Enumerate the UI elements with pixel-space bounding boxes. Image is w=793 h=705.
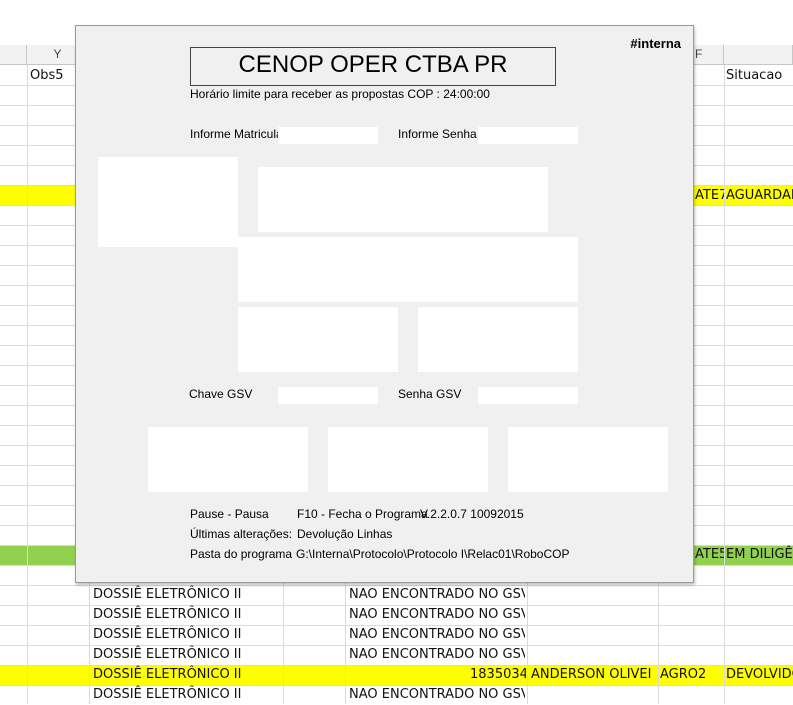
- row-cell-sit[interactable]: [726, 685, 793, 705]
- senha-label: Informe Senha: [398, 127, 477, 141]
- deadline-text: Horário limite para receber as propostas…: [190, 87, 490, 101]
- chave-gsv-label: Chave GSV: [189, 387, 253, 401]
- row-cell-tipo[interactable]: DOSSIÊ ELETRÔNICO II: [93, 685, 281, 705]
- row-cell-tipo[interactable]: DOSSIÊ ELETRÔNICO II: [93, 605, 281, 625]
- row-cell-nome[interactable]: [531, 585, 657, 605]
- row-cell-num[interactable]: [470, 685, 526, 705]
- row-cell-num[interactable]: [470, 625, 526, 645]
- row-cell-sit[interactable]: [726, 625, 793, 645]
- row-cell-tipo[interactable]: DOSSIÊ ELETRÔNICO II: [93, 625, 281, 645]
- panel-top: [258, 167, 548, 232]
- panel-bottom-2: [328, 427, 488, 492]
- row-cell-agro[interactable]: [660, 625, 722, 645]
- row-cell-agro[interactable]: [660, 605, 722, 625]
- column-header-x[interactable]: [0, 45, 27, 65]
- panel-left: [98, 157, 238, 247]
- row-cell-agro[interactable]: AGRO2: [660, 665, 722, 685]
- row-cell-agro[interactable]: [660, 585, 722, 605]
- panel-lower-left: [238, 307, 398, 372]
- row-cell-sit[interactable]: [726, 605, 793, 625]
- row-cell-nome[interactable]: [531, 685, 657, 705]
- changes-label: Últimas alterações:: [190, 527, 293, 541]
- row-cell-nome[interactable]: [531, 605, 657, 625]
- row-cell-status[interactable]: AGUARDAN: [726, 186, 793, 206]
- robocop-dialog: CENOP OPER CTBA PR #interna Horário limi…: [75, 25, 694, 583]
- senha-input[interactable]: [478, 127, 578, 144]
- matricula-input[interactable]: [278, 127, 378, 144]
- interna-tag: #interna: [630, 36, 681, 51]
- row-cell-tipo[interactable]: DOSSIÊ ELETRÔNICO II: [93, 665, 281, 685]
- row-cell-nome[interactable]: [531, 645, 657, 665]
- folder-label: Pasta do programa: [190, 547, 293, 561]
- header-cell-obs5[interactable]: Obs5: [30, 66, 64, 86]
- row-cell-agro[interactable]: [660, 685, 722, 705]
- row-cell-nome[interactable]: [531, 625, 657, 645]
- row-cell-nome[interactable]: ANDERSON OLIVEI: [531, 665, 657, 685]
- row-cell-agro[interactable]: [660, 645, 722, 665]
- column-header-g[interactable]: [724, 45, 793, 65]
- dialog-title: CENOP OPER CTBA PR: [190, 47, 556, 86]
- row-cell-tipo[interactable]: DOSSIÊ ELETRÔNICO II: [93, 645, 281, 665]
- senha-gsv-label: Senha GSV: [398, 387, 462, 401]
- row-cell-code[interactable]: ATE7: [695, 186, 724, 206]
- row-cell-num[interactable]: [470, 645, 526, 665]
- row-cell-num[interactable]: [470, 605, 526, 625]
- matricula-label: Informe Matricula: [190, 127, 283, 141]
- folder-path: G:\Interna\Protocolo\Protocolo I\Relac01…: [296, 547, 570, 561]
- row-cell-num[interactable]: [470, 585, 526, 605]
- panel-middle: [238, 237, 578, 302]
- chave-gsv-input[interactable]: [278, 387, 378, 404]
- senha-gsv-input[interactable]: [478, 387, 578, 404]
- row-cell-sit[interactable]: [726, 585, 793, 605]
- row-cell-code[interactable]: ATE5: [695, 545, 724, 565]
- header-cell-situacao[interactable]: Situacao: [726, 66, 782, 86]
- version-text: V.2.2.0.7 10092015: [420, 507, 524, 521]
- row-cell-status[interactable]: EM DILIGÊN: [726, 545, 793, 565]
- pause-text: Pause - Pausa: [190, 507, 269, 521]
- changes-value: Devolução Linhas: [297, 527, 393, 541]
- row-cell-num[interactable]: 18350348: [470, 665, 526, 685]
- panel-bottom-3: [508, 427, 668, 492]
- close-program-text: F10 - Fecha o Programa: [297, 507, 428, 521]
- row-cell-tipo[interactable]: DOSSIÊ ELETRÔNICO II: [93, 585, 281, 605]
- row-cell-sit[interactable]: DEVOLVIDO: [726, 665, 793, 685]
- panel-bottom-1: [148, 427, 308, 492]
- panel-lower-right: [418, 307, 578, 372]
- row-cell-sit[interactable]: [726, 645, 793, 665]
